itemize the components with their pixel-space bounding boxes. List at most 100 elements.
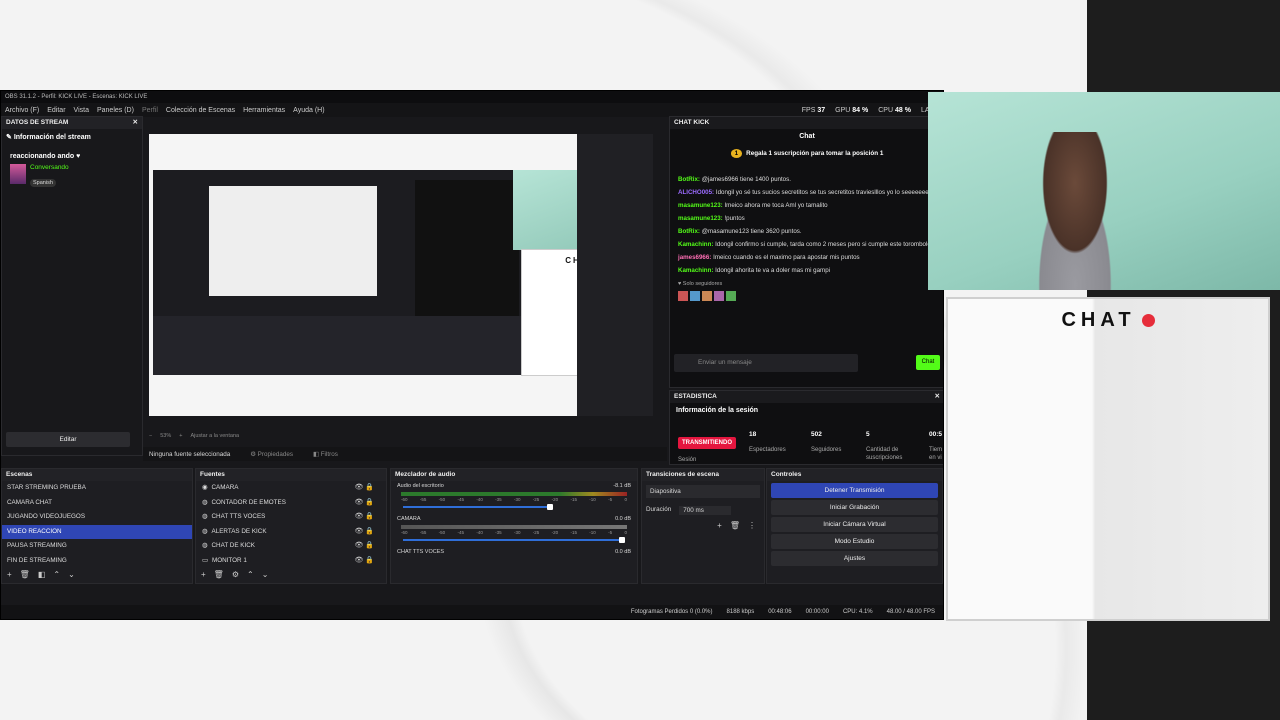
menu-perfil[interactable]: Perfil (142, 107, 158, 114)
preview-cam (513, 170, 577, 250)
filter-icon: ◧ (313, 450, 319, 458)
est-title: ESTADISTICA ✕ (670, 391, 943, 403)
transitions-panel: Transiciones de escena Diapositiva Durac… (641, 468, 765, 584)
scene-item[interactable]: JUGANDO VIDEOJUEGOS (2, 510, 192, 525)
title-bar: OBS 31.1.2 - Perfil: KICK LIVE - Escenas… (1, 91, 943, 103)
category-name: Conversando (30, 164, 69, 171)
menu-paneles[interactable]: Paneles (D) (97, 107, 134, 114)
close-icon[interactable]: ✕ (935, 391, 940, 403)
eye-icon[interactable]: 👁 🔒 (354, 539, 374, 554)
sources-list: ◉ CAMARA 👁 🔒 ◍ CONTADOR DE EMOTES 👁 🔒 ◍ CHAT … (196, 481, 386, 569)
up-icon[interactable]: ⌃ (53, 570, 60, 579)
filter-icon[interactable]: ◧ (38, 570, 46, 579)
filters-button: Filtros (320, 450, 338, 458)
controls-title: Controles (767, 469, 942, 481)
meter-ticks: -60 -55 -50 -45 -40 -35 -30 -25 -20 -15 -10 -5 0 (401, 497, 627, 502)
source-toolbar: Ninguna fuente seleccionada ⚙ Propiedade… (143, 447, 667, 461)
down-icon[interactable]: ⌄ (262, 570, 269, 579)
source-item[interactable]: ◍ CHAT TTS VOCES 👁 🔒 (196, 510, 386, 525)
status-bar: Fotogramas Perdidos 0 (0.0%) 8188 kbps 0… (1, 605, 943, 619)
studio-mode-button[interactable]: Modo Estudio (771, 534, 938, 549)
emote[interactable] (678, 291, 688, 301)
settings-button[interactable]: Ajustes (771, 551, 938, 566)
zoom-value: 53% (160, 433, 172, 439)
chat-message: BotRix: @masamune123 tiene 3620 puntos. (678, 228, 802, 235)
transitions-title: Transiciones de escena (642, 469, 764, 481)
window-title: OBS 31.1.2 - Perfil: KICK LIVE - Escenas… (5, 94, 148, 100)
chat-message: BotRix: @james6966 tiene 1400 puntos. (678, 176, 791, 183)
fit-select[interactable]: Ajustar a la ventana (190, 433, 239, 439)
menu-vista[interactable]: Vista (74, 107, 89, 114)
sub-promo[interactable]: 1 Regala 1 suscripción para tomar la posi… (670, 144, 943, 163)
session-info-heading: Información de la sesión (676, 407, 759, 414)
menu-herramientas[interactable]: Herramientas (243, 107, 285, 114)
eye-icon[interactable]: 👁 🔒 (354, 554, 374, 569)
emote[interactable] (726, 291, 736, 301)
zoom-in-icon[interactable]: + (179, 433, 182, 439)
more-icon[interactable]: ⋮ (748, 521, 756, 530)
chat-message: ALICHO005: Idongil yo sé tus sucios secr… (678, 189, 929, 196)
gear-icon[interactable]: ⚙ (232, 570, 239, 579)
mixer-title: Mezclador de audio (391, 469, 637, 481)
trash-icon[interactable]: 🗑 (20, 570, 30, 579)
controls-panel: Controles Detener Transmisión Iniciar Gr… (766, 468, 943, 584)
eye-icon[interactable]: 👁 🔒 (354, 496, 374, 511)
webcam-feed (928, 92, 1280, 290)
source-item[interactable]: ◍ CHAT DE KICK 👁 🔒 (196, 539, 386, 554)
sources-panel: Fuentes ◉ CAMARA 👁 🔒 ◍ CONTADOR DE EMOTES 👁 … (195, 468, 387, 584)
obs-window: OBS 31.1.2 - Perfil: KICK LIVE - Escenas… (0, 90, 944, 620)
start-recording-button[interactable]: Iniciar Grabación (771, 500, 938, 515)
scene-item[interactable]: CAMARA CHAT (2, 496, 192, 511)
source-item[interactable]: ◉ CAMARA 👁 🔒 (196, 481, 386, 496)
emote[interactable] (690, 291, 700, 301)
chat-messages: BotRix: @james6966 tiene 1400 puntos. AL… (670, 163, 943, 277)
preview-canvas[interactable]: CHAT (149, 134, 577, 416)
down-icon[interactable]: ⌄ (68, 570, 75, 579)
add-icon[interactable]: + (201, 570, 206, 579)
cpu-usage: CPU: 4.1% (842, 609, 873, 615)
trash-icon[interactable]: 🗑 (214, 570, 224, 579)
viewers-stat: 18 Espectadores (749, 431, 786, 453)
scene-item[interactable]: PAUSA STREAMING (2, 539, 192, 554)
emote[interactable] (702, 291, 712, 301)
add-icon[interactable]: + (7, 570, 12, 579)
source-item[interactable]: ◍ ALERTAS DE KICK 👁 🔒 (196, 525, 386, 540)
mixer-channel-camara: CAMARA (397, 516, 421, 522)
scene-item-selected[interactable]: VIDEO REACCION (2, 524, 192, 540)
scene-item[interactable]: STAR STREMING PRUEBA (2, 481, 192, 496)
zoom-out-icon[interactable]: − (149, 433, 152, 439)
stop-stream-button[interactable]: Detener Transmisión (771, 483, 938, 498)
duration-input[interactable]: 700 ms (679, 506, 732, 515)
desktop-volume-slider[interactable] (403, 504, 553, 510)
estadistica-panel: ESTADISTICA ✕ Información de la sesión TR… (669, 390, 943, 465)
menu-ayuda[interactable]: Ayuda (H) (293, 107, 324, 114)
mixer-channel-desktop: Audio del escritorio (397, 483, 444, 489)
menu-coleccion[interactable]: Colección de Escenas (166, 107, 235, 114)
eye-icon[interactable]: 👁 🔒 (354, 525, 374, 540)
menu-editar[interactable]: Editar (47, 107, 65, 114)
camara-volume-slider[interactable] (403, 537, 625, 543)
source-item[interactable]: ▭ MONITOR 1 👁 🔒 (196, 554, 386, 569)
chat-overlay-title: CHAT (948, 309, 1268, 332)
source-item[interactable]: ◍ CONTADOR DE EMOTES 👁 🔒 (196, 496, 386, 511)
close-icon[interactable]: ✕ (133, 117, 138, 129)
chat-input[interactable]: Enviar un mensaje (674, 354, 858, 372)
eye-icon[interactable]: 👁 🔒 (354, 481, 374, 496)
virtual-camera-button[interactable]: Iniciar Cámara Virtual (771, 517, 938, 532)
mixer-channel-tts: CHAT TTS VOCES (397, 549, 445, 555)
chat-send-button[interactable]: Chat (916, 355, 940, 370)
live-dot-icon (1141, 314, 1155, 328)
menu-archivo[interactable]: Archivo (F) (5, 107, 39, 114)
edit-button[interactable]: Editar (6, 432, 130, 447)
trash-icon[interactable]: 🗑 (730, 521, 740, 530)
add-icon[interactable]: + (717, 521, 722, 530)
emote[interactable] (714, 291, 724, 301)
transition-select[interactable]: Diapositiva (646, 485, 760, 498)
datos-title: DATOS DE STREAM ✕ (2, 117, 142, 129)
eye-icon[interactable]: 👁 🔒 (354, 510, 374, 525)
chat-message: james6966: Imeico cuando es el maximo pa… (678, 254, 860, 261)
fps-label: FPS (801, 106, 816, 114)
scene-item[interactable]: FIN DE STREAMING (2, 554, 192, 569)
up-icon[interactable]: ⌃ (247, 570, 254, 579)
desktop-volume-meter (401, 492, 627, 496)
